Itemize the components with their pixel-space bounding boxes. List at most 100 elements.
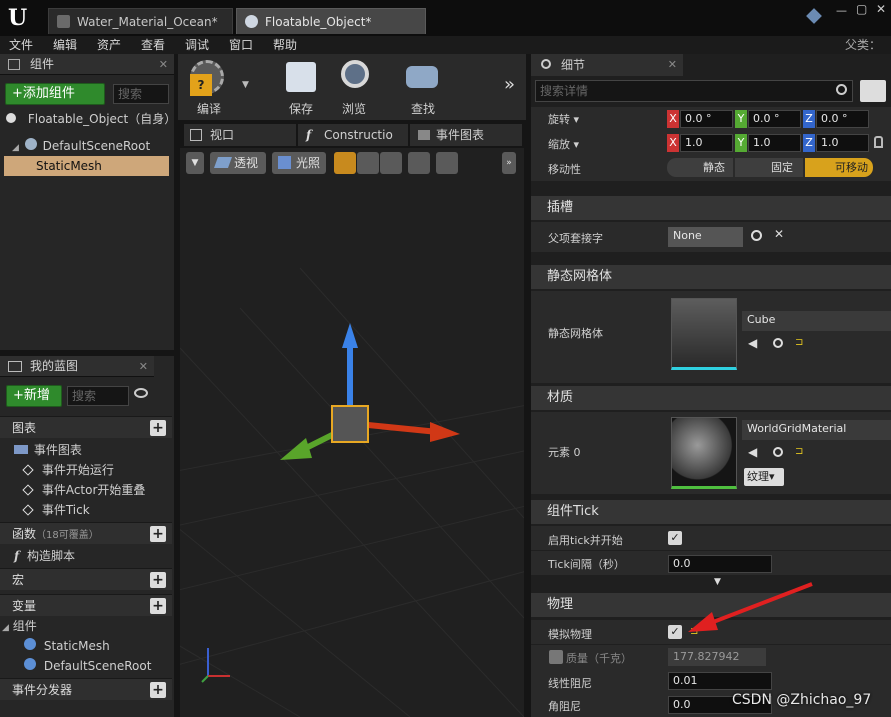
add-graph-icon[interactable]: + bbox=[150, 420, 166, 436]
viewport[interactable]: ▼ 透视 光照 » bbox=[180, 148, 524, 717]
parent-socket-input[interactable]: None bbox=[668, 227, 743, 247]
rotation-x-input[interactable]: 0.0 ° bbox=[680, 110, 733, 128]
compile-dropdown-icon[interactable]: ▼ bbox=[242, 80, 249, 90]
scale-x-input[interactable]: 1.0 bbox=[680, 134, 733, 152]
blueprint-search-input[interactable]: 搜索 bbox=[67, 386, 129, 406]
clear-icon[interactable]: ✕ bbox=[774, 227, 784, 241]
functions-header[interactable]: 函数（18可覆盖） + bbox=[0, 522, 172, 544]
close-icon[interactable]: ✕ bbox=[159, 54, 168, 75]
menu-file[interactable]: 文件 bbox=[9, 36, 33, 54]
reset-icon[interactable]: ⊐ bbox=[795, 446, 803, 457]
find-button[interactable]: 查找 bbox=[400, 58, 446, 116]
close-icon[interactable]: ✕ bbox=[668, 54, 677, 76]
material-thumbnail[interactable] bbox=[671, 417, 737, 489]
menu-debug[interactable]: 调试 bbox=[185, 36, 209, 54]
compile-button[interactable]: ? 编译 bbox=[186, 58, 246, 116]
simulate-physics-checkbox[interactable]: ✓ bbox=[668, 625, 682, 639]
menu-edit[interactable]: 编辑 bbox=[53, 36, 77, 54]
texture-dropdown[interactable]: 纹理▾ bbox=[744, 468, 784, 486]
macros-header[interactable]: 宏 + bbox=[0, 568, 172, 590]
toolbar-expand-icon[interactable]: » bbox=[504, 74, 515, 95]
event-graph-item[interactable]: 事件图表 bbox=[0, 440, 82, 460]
dispatchers-header[interactable]: 事件分发器 + bbox=[0, 678, 172, 700]
event-begin-play-item[interactable]: 事件开始运行 bbox=[0, 460, 114, 480]
mobility-stationary-button[interactable]: 固定 bbox=[735, 158, 803, 177]
transform-gizmo[interactable] bbox=[180, 148, 524, 717]
x-axis-arrow[interactable] bbox=[357, 421, 439, 435]
add-component-button[interactable]: +添加组件 bbox=[5, 83, 105, 105]
tree-item-staticmesh[interactable]: StaticMesh bbox=[4, 156, 169, 176]
graphs-header[interactable]: 图表 + bbox=[0, 416, 172, 438]
scale-y-input[interactable]: 1.0 bbox=[748, 134, 801, 152]
browse-icon[interactable] bbox=[751, 230, 762, 241]
rotation-label[interactable]: 旋转 ▾ bbox=[548, 111, 579, 127]
maximize-button[interactable]: ▢ bbox=[856, 2, 867, 16]
sphere-icon bbox=[6, 113, 16, 123]
browse-material-icon[interactable] bbox=[773, 447, 783, 457]
components-category[interactable]: ◢ 组件 bbox=[0, 616, 37, 636]
browse-mesh-icon[interactable] bbox=[773, 338, 783, 348]
rotation-z-input[interactable]: 0.0 ° bbox=[816, 110, 869, 128]
material-select[interactable]: WorldGridMaterial bbox=[742, 420, 891, 440]
save-button[interactable]: 保存 bbox=[278, 58, 324, 116]
mesh-thumbnail[interactable] bbox=[671, 298, 737, 370]
physics-section-header[interactable]: 物理 bbox=[531, 593, 891, 617]
mass-input[interactable]: 177.827942 bbox=[668, 648, 766, 666]
component-staticmesh-item[interactable]: StaticMesh bbox=[0, 636, 110, 656]
advanced-expand-icon[interactable]: ▼ bbox=[714, 577, 721, 587]
eye-icon[interactable] bbox=[134, 388, 148, 398]
cube-icon[interactable] bbox=[806, 8, 822, 24]
menu-window[interactable]: 窗口 bbox=[229, 36, 253, 54]
components-icon bbox=[8, 59, 20, 70]
add-new-button[interactable]: +新增 bbox=[6, 385, 62, 407]
tick-interval-input[interactable]: 0.0 bbox=[668, 555, 772, 573]
reset-icon[interactable]: ⊐ bbox=[795, 337, 803, 348]
menu-help[interactable]: 帮助 bbox=[273, 36, 297, 54]
scale-z-input[interactable]: 1.0 bbox=[816, 134, 869, 152]
close-icon[interactable]: ✕ bbox=[139, 356, 148, 377]
add-variable-icon[interactable]: + bbox=[150, 598, 166, 614]
view-options-icon[interactable] bbox=[860, 80, 886, 102]
rotation-y-input[interactable]: 0.0 ° bbox=[748, 110, 801, 128]
mesh-select[interactable]: Cube bbox=[742, 311, 891, 331]
component-defaultsceneroot-item[interactable]: DefaultSceneRoot bbox=[0, 656, 151, 676]
details-search-input[interactable]: 搜索详情 bbox=[535, 80, 853, 102]
add-dispatcher-icon[interactable]: + bbox=[150, 682, 166, 698]
mobility-movable-button[interactable]: 可移动 bbox=[805, 158, 873, 177]
linear-damping-input[interactable]: 0.01 bbox=[668, 672, 772, 690]
add-function-icon[interactable]: + bbox=[150, 526, 166, 542]
use-selected-icon[interactable]: ◀ bbox=[748, 336, 757, 350]
event-tick-item[interactable]: 事件Tick bbox=[0, 500, 90, 520]
unreal-logo-icon[interactable]: U bbox=[8, 5, 34, 31]
use-selected-icon[interactable]: ◀ bbox=[748, 445, 757, 459]
graph-icon bbox=[418, 130, 430, 140]
reset-icon[interactable]: ⊐ bbox=[690, 626, 698, 637]
tab-floatable-object[interactable]: Floatable_Object* bbox=[236, 8, 426, 34]
components-search-input[interactable]: 搜索 bbox=[113, 84, 169, 104]
close-button[interactable]: ✕ bbox=[876, 2, 886, 16]
menu-view[interactable]: 查看 bbox=[141, 36, 165, 54]
lock-icon[interactable] bbox=[874, 136, 883, 148]
tick-enable-checkbox[interactable]: ✓ bbox=[668, 531, 682, 545]
tab-water-material[interactable]: Water_Material_Ocean* bbox=[48, 8, 233, 34]
tab-construction-script[interactable]: f Constructio bbox=[298, 124, 408, 146]
minimize-button[interactable]: — bbox=[836, 4, 847, 17]
static-mesh-section-header[interactable]: 静态网格体 bbox=[531, 265, 891, 289]
menu-asset[interactable]: 资产 bbox=[97, 36, 121, 54]
variables-header[interactable]: 变量 + bbox=[0, 594, 172, 616]
scale-label[interactable]: 缩放 ▾ bbox=[548, 136, 579, 152]
mobility-static-button[interactable]: 静态 bbox=[667, 158, 733, 177]
details-header: 细节 ✕ bbox=[531, 54, 683, 76]
browse-button[interactable]: 浏览 bbox=[333, 58, 379, 116]
add-macro-icon[interactable]: + bbox=[150, 572, 166, 588]
mass-override-checkbox[interactable] bbox=[549, 650, 563, 664]
event-actor-overlap-item[interactable]: 事件Actor开始重叠 bbox=[0, 480, 145, 500]
tab-viewport[interactable]: 视口 bbox=[184, 124, 296, 146]
material-section-header[interactable]: 材质 bbox=[531, 386, 891, 410]
tab-event-graph[interactable]: 事件图表 bbox=[410, 124, 522, 146]
construction-script-item[interactable]: f 构造脚本 bbox=[0, 546, 75, 566]
self-row[interactable]: Floatable_Object（自身） bbox=[0, 109, 176, 129]
tick-section-header[interactable]: 组件Tick bbox=[531, 500, 891, 524]
socket-section-header[interactable]: 插槽 bbox=[531, 196, 891, 220]
tree-item-defaultsceneroot[interactable]: ◢ DefaultSceneRoot bbox=[0, 136, 174, 156]
